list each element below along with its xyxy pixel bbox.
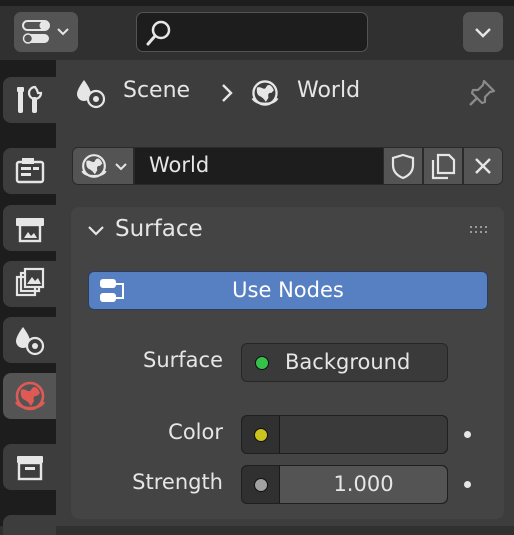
panel-title[interactable]: Surface xyxy=(115,216,203,242)
output-icon xyxy=(15,218,44,243)
color-field[interactable] xyxy=(241,415,448,454)
drag-handle-icon[interactable] xyxy=(468,224,492,236)
duplicate-icon xyxy=(431,153,456,180)
world-selector: World xyxy=(72,147,504,185)
surface-label: Surface xyxy=(142,348,223,372)
search-input[interactable] xyxy=(136,12,368,52)
chevron-down-icon xyxy=(115,163,127,171)
view-layer-icon xyxy=(15,267,44,297)
render-icon xyxy=(15,158,44,184)
scene-icon xyxy=(77,80,106,109)
surface-shader-dropdown[interactable]: Background xyxy=(241,343,448,382)
options-dropdown-button[interactable] xyxy=(463,12,503,52)
duplicate-world-button[interactable] xyxy=(423,147,463,185)
chevron-down-icon[interactable] xyxy=(86,220,106,240)
breadcrumb-separator-icon xyxy=(222,84,233,102)
properties-tab-bar xyxy=(0,60,56,535)
world-browse-button[interactable] xyxy=(72,147,134,185)
strength-value[interactable]: 1.000 xyxy=(280,466,447,503)
world-icon xyxy=(251,80,279,106)
breadcrumb-world: World xyxy=(297,78,361,103)
world-icon xyxy=(81,154,107,178)
use-nodes-button[interactable]: Use Nodes xyxy=(88,271,488,310)
search-icon xyxy=(146,20,171,46)
fake-user-button[interactable] xyxy=(383,147,423,185)
strength-label: Strength xyxy=(132,470,223,494)
strength-socket-icon xyxy=(254,478,268,492)
unlink-world-button[interactable] xyxy=(463,147,503,185)
strength-socket-button[interactable] xyxy=(242,466,280,503)
tab-tool[interactable] xyxy=(3,77,56,123)
surface-shader-value: Background xyxy=(285,350,411,374)
color-swatch[interactable] xyxy=(280,416,447,453)
tab-output[interactable] xyxy=(3,205,56,251)
tab-view-layer[interactable] xyxy=(3,261,56,307)
tab-collection[interactable] xyxy=(3,444,56,490)
tab-more[interactable] xyxy=(3,515,56,535)
chevron-down-icon xyxy=(475,28,491,38)
animate-property-icon[interactable] xyxy=(464,431,471,438)
breadcrumb-scene: Scene xyxy=(123,78,191,103)
world-icon xyxy=(14,381,45,411)
strength-field[interactable]: 1.000 xyxy=(241,465,448,504)
tool-icon xyxy=(16,85,42,113)
tab-world[interactable] xyxy=(3,373,56,419)
pin-icon[interactable] xyxy=(466,77,498,109)
shield-icon xyxy=(391,153,415,180)
close-icon xyxy=(475,158,491,174)
scene-icon xyxy=(15,327,44,356)
color-socket-icon xyxy=(254,428,268,442)
tab-scene[interactable] xyxy=(3,317,56,363)
properties-editor-icon xyxy=(22,20,69,44)
editor-type-button[interactable] xyxy=(14,12,78,52)
tab-render[interactable] xyxy=(3,148,56,194)
animate-property-icon[interactable] xyxy=(464,481,471,488)
color-socket-button[interactable] xyxy=(242,416,280,453)
surface-socket-icon xyxy=(255,356,269,370)
use-nodes-label: Use Nodes xyxy=(232,278,344,302)
collection-icon xyxy=(16,456,43,481)
color-label: Color xyxy=(168,420,223,444)
